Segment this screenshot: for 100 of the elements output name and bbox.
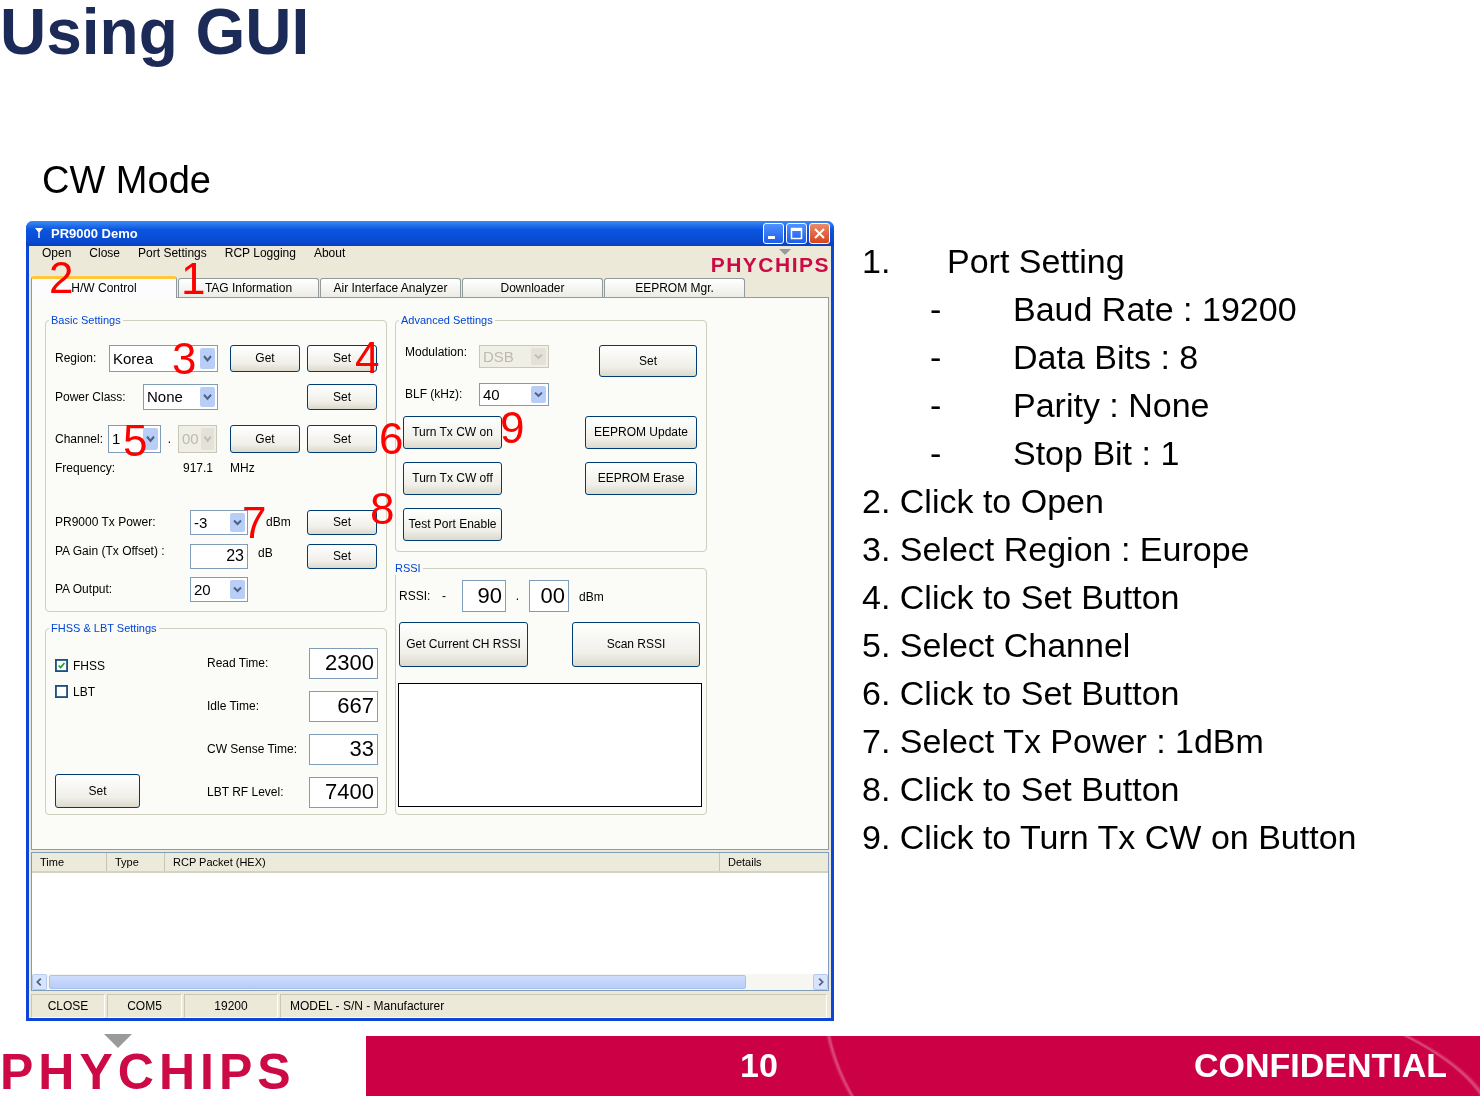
field-label: Channel: bbox=[55, 431, 105, 446]
bullet-dash: - bbox=[930, 384, 943, 426]
checkbox-label: FHSS bbox=[73, 658, 105, 673]
annotation-number: 6 bbox=[379, 421, 404, 455]
checkbox[interactable] bbox=[55, 659, 68, 672]
button[interactable]: Set bbox=[55, 773, 140, 808]
button[interactable]: Set bbox=[307, 543, 377, 569]
dropdown[interactable]: 40 bbox=[479, 382, 549, 406]
step-number: 1. bbox=[862, 240, 892, 282]
button[interactable]: Set bbox=[307, 424, 377, 453]
input-field[interactable]: 7400 bbox=[309, 776, 378, 808]
status-cell: COM5 bbox=[107, 993, 182, 1018]
close-button[interactable] bbox=[809, 222, 830, 244]
step-text: 2. Click to Open bbox=[862, 480, 1105, 522]
separator-dot: . bbox=[166, 431, 173, 446]
dropdown[interactable]: None bbox=[143, 383, 218, 410]
field-label: Region: bbox=[55, 351, 98, 365]
maximize-icon bbox=[790, 226, 803, 240]
window-title: PR9000 Demo bbox=[51, 225, 138, 241]
column-header[interactable]: Type bbox=[107, 852, 165, 871]
column-header[interactable]: Details bbox=[720, 852, 828, 871]
input-field[interactable]: 2300 bbox=[309, 647, 378, 679]
button[interactable]: Get Current CH RSSI bbox=[399, 621, 528, 667]
unit-label: dBm bbox=[579, 589, 604, 604]
group-title: RSSI bbox=[394, 561, 422, 575]
field-label: PA Output: bbox=[55, 582, 114, 596]
step-text: 6. Click to Set Button bbox=[862, 672, 1181, 714]
group-title: FHSS & LBT Settings bbox=[50, 621, 158, 635]
button[interactable]: Test Port Enable bbox=[403, 507, 502, 541]
column-header[interactable]: RCP Packet (HEX) bbox=[165, 852, 720, 871]
step-detail: Stop Bit : 1 bbox=[1013, 432, 1180, 474]
annotation-number: 9 bbox=[500, 410, 525, 444]
minimize-icon bbox=[767, 235, 775, 239]
menu-item[interactable]: RCP Logging bbox=[224, 245, 296, 276]
page-number: 10 bbox=[740, 1046, 778, 1086]
button[interactable]: EEPROM Erase bbox=[585, 461, 697, 495]
close-icon bbox=[813, 226, 826, 240]
dropdown[interactable]: -3 bbox=[190, 509, 248, 535]
field-label: Read Time: bbox=[207, 656, 269, 670]
field-label: Frequency: bbox=[55, 460, 117, 475]
bullet-dash: - bbox=[930, 288, 943, 330]
field-label: RSSI: bbox=[399, 588, 432, 603]
step-detail: Data Bits : 8 bbox=[1013, 336, 1199, 378]
field-label: Modulation: bbox=[405, 344, 469, 359]
step-detail: Baud Rate : 19200 bbox=[1013, 288, 1297, 330]
button[interactable]: Set bbox=[307, 383, 377, 410]
group-title: Advanced Settings bbox=[400, 313, 494, 327]
step-text: 4. Click to Set Button bbox=[862, 576, 1181, 618]
step-text: 8. Click to Set Button bbox=[862, 768, 1181, 810]
company-logo: PHYCHIPS bbox=[710, 249, 830, 275]
button[interactable]: Turn Tx CW off bbox=[403, 461, 502, 495]
field-label: Power Class: bbox=[55, 389, 127, 404]
button[interactable]: Scan RSSI bbox=[572, 621, 700, 667]
menu-item[interactable]: About bbox=[313, 245, 346, 276]
frequency-value: 917.1 bbox=[183, 460, 215, 475]
status-cell: MODEL - S/N - Manufacturer bbox=[280, 993, 827, 1018]
scrollbar-thumb[interactable] bbox=[49, 974, 746, 989]
output-box[interactable] bbox=[398, 682, 702, 807]
scroll-right-icon[interactable] bbox=[813, 973, 828, 990]
step-text: 9. Click to Turn Tx CW on Button bbox=[862, 816, 1357, 858]
input-field[interactable]: 667 bbox=[309, 690, 378, 722]
step-text: 7. Select Tx Power : 1dBm bbox=[862, 720, 1265, 762]
status-cell: CLOSE bbox=[31, 993, 105, 1018]
field-label: LBT RF Level: bbox=[207, 785, 284, 799]
slide-title: Using GUI bbox=[0, 0, 311, 70]
button[interactable]: Get bbox=[230, 344, 300, 372]
unit-label: dB bbox=[258, 545, 273, 560]
group-title: Basic Settings bbox=[50, 313, 122, 327]
field-label: Idle Time: bbox=[207, 699, 260, 713]
field-label: PR9000 Tx Power: bbox=[55, 515, 157, 529]
tab[interactable]: EEPROM Mgr. bbox=[604, 277, 745, 297]
slide-subtitle: CW Mode bbox=[42, 157, 211, 202]
input-field[interactable]: 23 bbox=[190, 543, 248, 569]
checkbox-label: LBT bbox=[73, 684, 95, 699]
button[interactable]: Get bbox=[230, 424, 300, 453]
input-field[interactable]: 33 bbox=[309, 733, 378, 765]
annotation-number: 3 bbox=[172, 341, 197, 375]
column-header[interactable]: Time bbox=[32, 852, 107, 871]
menu-item[interactable]: Close bbox=[89, 245, 121, 276]
tab[interactable]: Air Interface Analyzer bbox=[320, 277, 461, 297]
horizontal-scrollbar[interactable] bbox=[32, 973, 828, 990]
confidential-label: CONFIDENTIAL bbox=[1193, 1046, 1447, 1086]
step-detail: Parity : None bbox=[1013, 384, 1210, 426]
minus-sign: - bbox=[442, 588, 447, 603]
input-field[interactable]: 00 bbox=[529, 579, 569, 612]
field-label: BLF (kHz): bbox=[405, 387, 464, 401]
separator-dot: . bbox=[514, 588, 521, 603]
scroll-left-icon[interactable] bbox=[32, 973, 47, 990]
company-logo: PHYCHIPS bbox=[0, 1035, 345, 1096]
dropdown[interactable]: 20 bbox=[190, 576, 248, 602]
step-text: Port Setting bbox=[947, 240, 1125, 282]
maximize-button[interactable] bbox=[786, 222, 807, 244]
input-field[interactable]: 90 bbox=[462, 579, 506, 612]
button[interactable]: EEPROM Update bbox=[585, 415, 697, 449]
minimize-button[interactable] bbox=[763, 222, 784, 244]
unit-label: MHz bbox=[230, 460, 255, 475]
button[interactable]: Turn Tx CW on bbox=[403, 415, 502, 449]
antenna-icon bbox=[34, 227, 44, 240]
checkbox[interactable] bbox=[55, 685, 68, 698]
tab[interactable]: Downloader bbox=[462, 277, 603, 297]
